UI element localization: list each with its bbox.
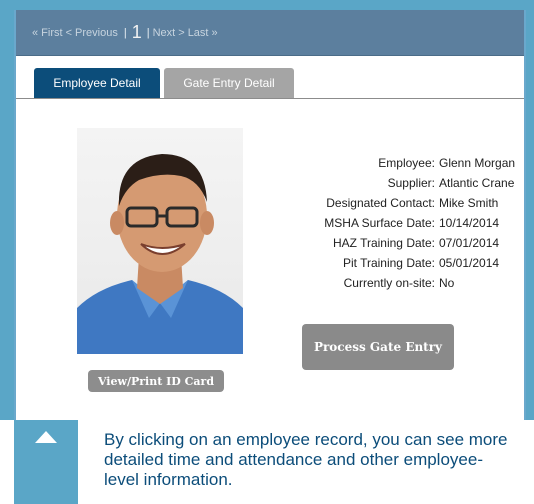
detail-label: Supplier: [387, 176, 435, 190]
detail-value: Atlantic Crane [439, 176, 515, 190]
detail-label: HAZ Training Date: [332, 236, 435, 250]
detail-row-designated-contact: Designated Contact: Mike Smith [284, 193, 515, 213]
detail-label: Pit Training Date: [342, 256, 435, 270]
detail-value: Glenn Morgan [439, 156, 516, 170]
callout-section: By clicking on an employee record, you c… [0, 420, 534, 504]
employee-photo [77, 128, 243, 354]
pager-separator: | [123, 26, 127, 39]
pager-next-link[interactable]: Next > [153, 27, 185, 39]
pager-first-link[interactable]: « First [32, 27, 63, 39]
pagination-bar: « First < Previous | 1 | Next > Last » [16, 10, 524, 56]
detail-value: 10/14/2014 [439, 216, 500, 230]
employee-photo-graphic [77, 154, 243, 354]
callout-text: By clicking on an employee record, you c… [104, 430, 508, 489]
tab-divider [16, 98, 524, 99]
detail-label: Designated Contact: [326, 196, 435, 210]
callout-marker [14, 420, 78, 504]
tab-employee-detail[interactable]: Employee Detail [34, 68, 160, 98]
detail-row-pit-training-date: Pit Training Date: 05/01/2014 [284, 253, 515, 273]
employee-details: Employee: Glenn Morgan Supplier: Atlanti… [284, 153, 515, 293]
detail-tabs: Employee Detail Gate Entry Detail [34, 68, 294, 98]
pager-current-page: 1 [131, 22, 142, 42]
pager-last-link[interactable]: Last » [188, 27, 218, 39]
detail-row-currently-on-site: Currently on-site: No [284, 273, 515, 293]
detail-value: 07/01/2014 [439, 236, 500, 250]
detail-row-supplier: Supplier: Atlantic Crane [284, 173, 515, 193]
process-gate-entry-button[interactable]: Process Gate Entry [302, 324, 454, 370]
detail-value: Mike Smith [439, 196, 499, 210]
view-print-id-card-button[interactable]: View/Print ID Card [88, 370, 224, 392]
employee-panel: « First < Previous | 1 | Next > Last » E… [14, 10, 526, 420]
detail-label: Employee: [378, 156, 435, 170]
pager-previous-link[interactable]: < Previous [66, 27, 118, 39]
detail-row-employee: Employee: Glenn Morgan [284, 153, 515, 173]
detail-value: 05/01/2014 [439, 256, 500, 270]
tab-gate-entry-detail[interactable]: Gate Entry Detail [164, 68, 294, 98]
detail-label: MSHA Surface Date: [324, 216, 435, 230]
pager-separator: | [146, 26, 150, 39]
detail-value: No [439, 276, 455, 290]
triangle-up-icon [35, 431, 57, 443]
detail-row-msha-surface-date: MSHA Surface Date: 10/14/2014 [284, 213, 515, 233]
detail-row-haz-training-date: HAZ Training Date: 07/01/2014 [284, 233, 515, 253]
detail-label: Currently on-site: [343, 276, 435, 290]
